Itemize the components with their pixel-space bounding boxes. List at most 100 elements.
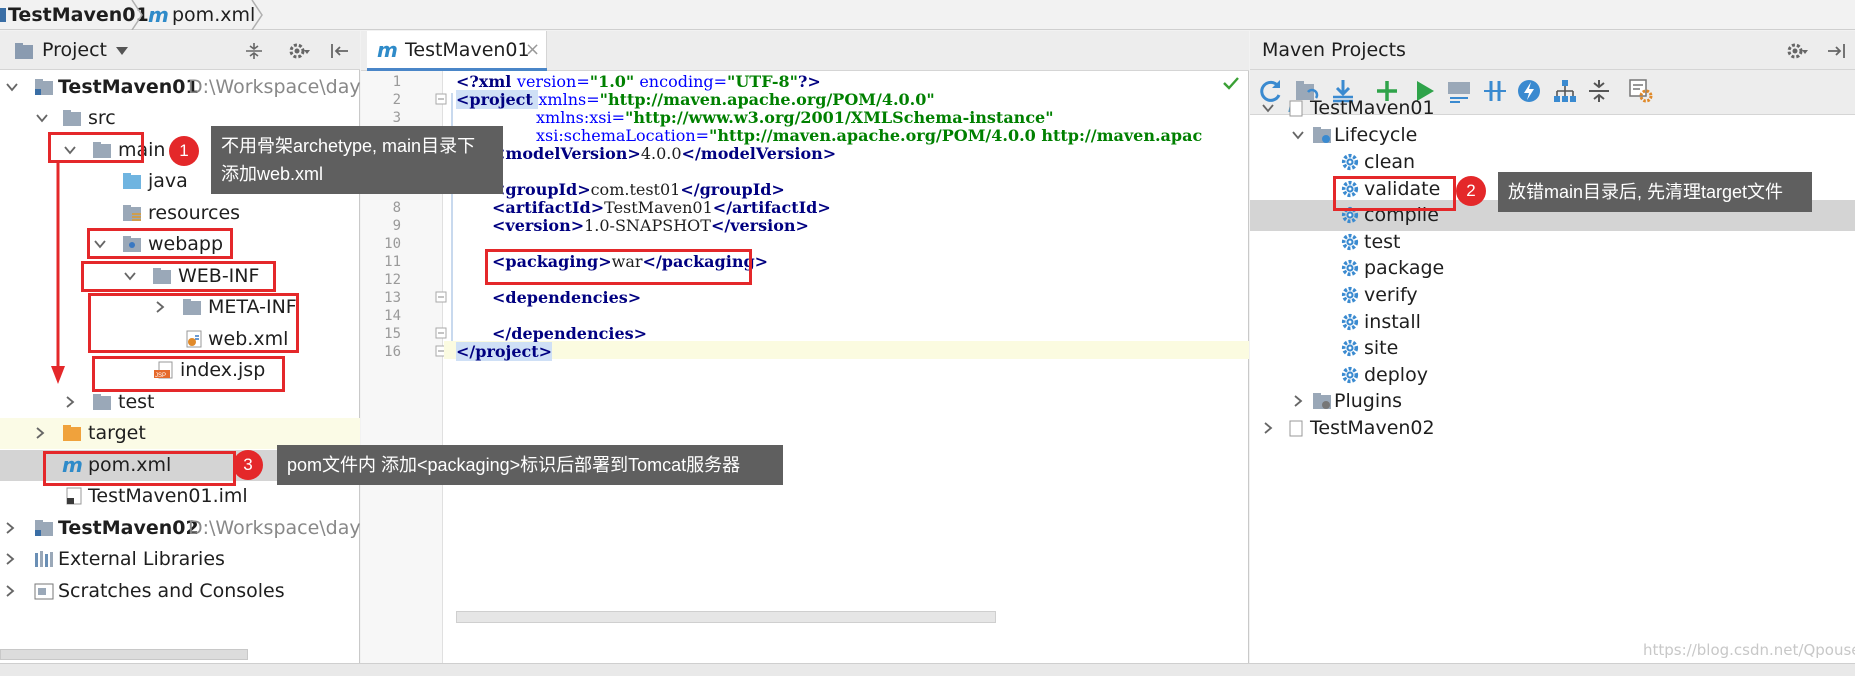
code-token: </groupId> [680, 180, 785, 199]
code-line-13[interactable]: <dependencies> [492, 289, 641, 307]
breadcrumb-separator-icon [131, 0, 143, 30]
code-line-9[interactable]: <version>1.0-SNAPSHOT</version> [492, 217, 809, 235]
gear-icon [1341, 313, 1359, 330]
annotation-badge-3: 3 [233, 450, 263, 480]
gear-icon[interactable] [288, 41, 310, 61]
annotation-box-index-jsp [92, 356, 285, 392]
iml-file-icon [66, 487, 82, 505]
code-line-3[interactable]: xmlns:xsi="http://www.w3.org/2001/XMLSch… [536, 109, 1054, 127]
code-token: 4.0.0 [640, 144, 682, 163]
hide-panel-icon[interactable] [330, 42, 350, 60]
chevron-right-icon[interactable] [1292, 395, 1304, 407]
maven-project-testmaven02[interactable]: TestMaven02 [1250, 413, 1855, 444]
tree-item-testmaven02[interactable]: TestMaven02 D:\Workspace\day0 [0, 513, 373, 544]
code-line-8[interactable]: <artifactId>TestMaven01</artifactId> [492, 199, 831, 217]
code-token: encoding= [634, 72, 728, 91]
chevron-down-icon[interactable] [1292, 129, 1304, 141]
annotation-badge-2: 2 [1456, 176, 1486, 206]
line-number: 11 [384, 254, 401, 270]
maven-file-icon: m [377, 38, 398, 62]
code-token: <version> [492, 216, 585, 235]
tree-item-label: target [88, 422, 146, 444]
code-token: xsi:schemaLocation= [536, 126, 710, 145]
status-bar [0, 663, 1855, 676]
code-token: TestMaven01 [604, 198, 713, 217]
code-token: </version> [710, 216, 809, 235]
code-token: "http://maven.apache.org/POM/4.0.0 http:… [709, 126, 1203, 145]
fold-marker-icon[interactable] [435, 327, 447, 339]
chevron-right-icon[interactable] [1262, 422, 1274, 434]
horizontal-scrollbar[interactable] [0, 649, 248, 660]
chevron-right-icon[interactable] [64, 396, 76, 408]
gear-icon[interactable] [1786, 41, 1808, 61]
code-token: </dependencies> [492, 324, 648, 343]
code-token: "http://www.w3.org/2001/XMLSchema-instan… [624, 108, 1054, 127]
tree-item-label: Scratches and Consoles [58, 580, 285, 602]
breadcrumb-project[interactable]: TestMaven01 [8, 0, 149, 30]
tree-item-label: src [88, 107, 116, 129]
lifecycle-folder-icon [1313, 127, 1331, 143]
module-folder-icon [35, 520, 53, 536]
code-token: ?> [797, 72, 821, 91]
code-token: <project [456, 90, 539, 109]
close-icon[interactable]: × [525, 31, 540, 69]
project-view-label[interactable]: Project [42, 31, 107, 70]
code-line-4[interactable]: xsi:schemaLocation="http://maven.apache.… [536, 127, 1202, 145]
gear-icon [1341, 286, 1359, 304]
tree-item-scratches[interactable]: Scratches and Consoles [0, 576, 360, 607]
tree-item-label: java [148, 170, 188, 192]
line-number: 13 [384, 290, 401, 306]
watermark: https://blog.csdn.net/Qpouser [1643, 641, 1855, 659]
code-token: </artifactId> [712, 198, 831, 217]
tab-label: TestMaven01 [405, 39, 530, 61]
lifecycle-phase-deploy[interactable]: deploy [1250, 360, 1855, 391]
tab-testmaven01[interactable]: m TestMaven01 × [367, 31, 547, 71]
line-number: 16 [384, 344, 401, 360]
breadcrumb-file[interactable]: pom.xml [172, 0, 255, 30]
code-line-16[interactable]: </project> [456, 342, 553, 361]
chevron-down-icon[interactable] [1262, 102, 1274, 114]
line-number: 10 [384, 236, 401, 252]
chevron-right-icon[interactable] [4, 522, 16, 534]
hide-panel-icon[interactable] [1826, 42, 1846, 60]
annotation-box-packaging [485, 249, 752, 285]
code-token: <?xml [456, 72, 517, 91]
fold-marker-icon[interactable] [435, 291, 447, 303]
code-token: "http://maven.apache.org/POM/4.0.0" [599, 90, 935, 109]
tree-item-label: TestMaven02 [58, 517, 199, 539]
folder-icon [93, 394, 111, 410]
chevron-down-icon[interactable] [36, 112, 48, 124]
code-token: <modelVersion> [492, 144, 641, 163]
chevron-down-icon[interactable] [6, 81, 18, 93]
collapse-all-icon[interactable] [244, 41, 264, 61]
line-number: 3 [392, 110, 401, 126]
tree-item-external-libraries[interactable]: External Libraries [0, 544, 360, 575]
code-line-1[interactable]: <?xml version="1.0" encoding="UTF-8"?> [456, 73, 821, 91]
orange-folder-icon [63, 425, 81, 441]
tree-item-testmaven01[interactable]: TestMaven01 D:\Workspace\day0 [0, 72, 373, 103]
chevron-right-icon[interactable] [4, 553, 16, 565]
fold-marker-icon[interactable] [435, 93, 447, 105]
editor-horizontal-scrollbar[interactable] [456, 611, 996, 623]
annotation-box-main [48, 132, 144, 163]
gear-icon [1341, 233, 1359, 250]
code-line-2[interactable]: <project xmlns="http://maven.apache.org/… [456, 90, 935, 109]
annotation-box-webapp [87, 228, 233, 259]
line-number: 15 [384, 326, 401, 342]
annotation-box-pom-xml [43, 451, 236, 486]
breadcrumb-separator-icon [251, 0, 263, 30]
chevron-right-icon[interactable] [34, 427, 46, 439]
code-token: <artifactId> [492, 198, 605, 217]
code-line-5[interactable]: <modelVersion>4.0.0</modelVersion> [492, 145, 836, 163]
line-number: 8 [392, 200, 401, 216]
maven-file-icon [1289, 100, 1303, 117]
annotation-text: 不用骨架archetype, main目录下 [221, 136, 476, 156]
annotation-tooltip-3: pom文件内 添加<packaging>标识后部署到Tomcat服务器 [277, 445, 783, 485]
gear-icon [1341, 153, 1359, 171]
maven-panel-header: Maven Projects [1250, 31, 1855, 70]
chevron-down-icon[interactable] [116, 47, 128, 55]
scratches-icon [34, 583, 54, 600]
code-line-7[interactable]: <groupId>com.test01</groupId> [492, 181, 785, 199]
chevron-right-icon[interactable] [4, 585, 16, 597]
code-line-15[interactable]: </dependencies> [492, 325, 647, 343]
